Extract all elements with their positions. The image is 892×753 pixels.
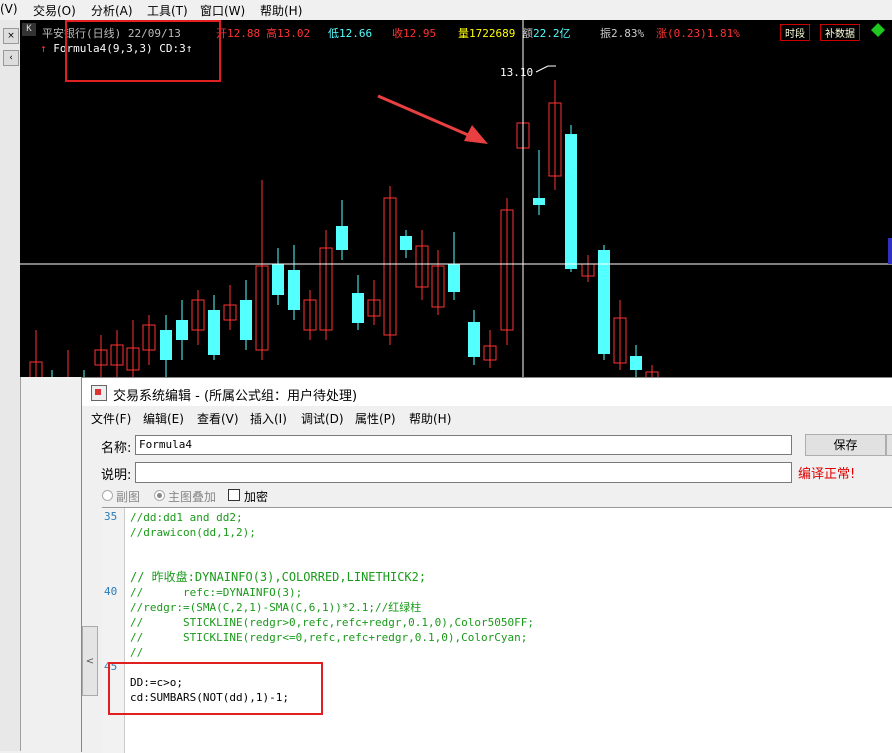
period-button[interactable]: 时段	[780, 24, 810, 41]
candle-body-down	[336, 226, 348, 250]
code-line: //drawicon(dd,1,2);	[130, 526, 256, 539]
menu-view[interactable]: (V)	[0, 2, 18, 16]
chart-volume-label: 量1722689	[458, 27, 516, 40]
dialog-menu-view[interactable]: 查看(V)	[197, 410, 239, 427]
app-icon	[91, 385, 107, 401]
code-line: // STICKLINE(redgr<=0,refc,refc+redgr,0.…	[130, 631, 528, 644]
code-line: // refc:=DYNAINFO(3);	[130, 586, 303, 599]
dialog-menu-file[interactable]: 文件(F)	[91, 410, 131, 427]
dialog-menu-insert[interactable]: 插入(I)	[250, 410, 287, 427]
chart-amount-label: 额22.2亿	[522, 27, 571, 40]
panel-expand-icon[interactable]: ‹	[3, 50, 19, 66]
dialog-menu-properties[interactable]: 属性(P)	[355, 410, 396, 427]
encrypt-label: 加密	[244, 490, 269, 504]
encrypt-checkbox[interactable]	[228, 489, 240, 501]
menu-window[interactable]: 窗口(W)	[200, 2, 245, 19]
description-label: 说明:	[101, 468, 132, 483]
panel-close-icon[interactable]: ×	[3, 28, 19, 44]
formula-arrow-icon: ↑	[40, 42, 47, 55]
chart-high-label: 高13.02	[266, 27, 311, 40]
candle-body-down	[598, 250, 610, 354]
dialog-titlebar: 交易系统编辑 - (所属公式组：用户待处理)	[82, 378, 892, 406]
chart-close-label: 收12.95	[392, 27, 437, 40]
save-button[interactable]: 保存	[805, 434, 886, 456]
radio-sub-chart-label: 副图	[116, 490, 141, 504]
candle-body-down	[176, 320, 188, 340]
radio-sub-chart[interactable]	[102, 490, 113, 501]
main-menubar: (V) 交易(O) 分析(A) 工具(T) 窗口(W) 帮助(H)	[0, 0, 892, 20]
annotation-box-formula	[65, 20, 221, 82]
annotation-arrow-shaft	[377, 94, 476, 140]
candle-body-down	[160, 330, 172, 360]
annotation-arrow-head	[464, 125, 488, 144]
menu-trade[interactable]: 交易(O)	[33, 2, 76, 19]
diamond-icon[interactable]	[871, 23, 885, 37]
high-marker-label: 13.10	[500, 66, 533, 79]
code-line: // STICKLINE(redgr>0,refc,refc+redgr,0.1…	[130, 616, 534, 629]
line-number-gutter: 35 40 45	[102, 508, 125, 753]
description-input[interactable]	[135, 462, 792, 483]
chart-amplitude-label: 振2.83%	[600, 27, 645, 40]
candle-body-down	[272, 264, 284, 295]
dialog-menu-debug[interactable]: 调试(D)	[301, 410, 344, 427]
code-line: // 昨收盘:DYNAINFO(3),COLORRED,LINETHICK2;	[130, 570, 427, 584]
code-line: //dd:dd1 and dd2;	[130, 511, 243, 524]
compile-status: 编译正常!	[798, 467, 856, 482]
chart-open-label: 开12.88	[216, 27, 261, 40]
candle-body-down	[448, 264, 460, 292]
menu-help[interactable]: 帮助(H)	[260, 2, 302, 19]
high-marker-leader	[535, 65, 549, 73]
candle-body-down	[208, 310, 220, 355]
name-input[interactable]: Formula4	[135, 435, 792, 455]
line-number: 40	[104, 585, 118, 598]
collapse-tab[interactable]: <	[82, 626, 98, 696]
dialog-menubar: 文件(F) 编辑(E) 查看(V) 插入(I) 调试(D) 属性(P) 帮助(H…	[82, 406, 892, 428]
chart-mode-icon[interactable]: K	[22, 23, 36, 36]
candle-body-down	[565, 134, 577, 269]
annotation-box-code	[108, 662, 323, 715]
code-line: //	[130, 646, 144, 659]
candle-body-down	[400, 236, 412, 250]
right-edge-marker	[888, 238, 892, 264]
dialog-menu-help[interactable]: 帮助(H)	[409, 410, 451, 427]
radio-main-overlay[interactable]	[154, 490, 165, 501]
line-number: 35	[104, 510, 118, 523]
candle-body-down	[630, 356, 642, 370]
candle-body-down	[288, 270, 300, 310]
menu-tools[interactable]: 工具(T)	[147, 2, 188, 19]
dialog-menu-edit[interactable]: 编辑(E)	[143, 410, 184, 427]
candle-body-down	[240, 300, 252, 340]
code-editor[interactable]: 35 40 45 //dd:dd1 and dd2; //drawicon(dd…	[102, 507, 892, 753]
fill-data-button[interactable]: 补数据	[820, 24, 860, 41]
menu-analysis[interactable]: 分析(A)	[91, 2, 133, 19]
chart-change-label: 涨(0.23)1.81%	[656, 27, 740, 40]
candle-body-down	[468, 322, 480, 357]
candle-body-down	[352, 293, 364, 323]
code-line: //redgr:=(SMA(C,2,1)-SMA(C,6,1))*2.1;//红…	[130, 601, 422, 614]
name-label: 名称:	[101, 441, 132, 456]
left-side-panel: × ‹	[0, 20, 21, 751]
candle-body-down	[533, 198, 545, 205]
offscreen-button[interactable]	[886, 434, 892, 456]
chart-low-label: 低12.66	[328, 27, 373, 40]
dialog-title: 交易系统编辑 - (所属公式组：用户待处理)	[113, 389, 358, 404]
radio-main-overlay-label: 主图叠加	[168, 490, 217, 504]
